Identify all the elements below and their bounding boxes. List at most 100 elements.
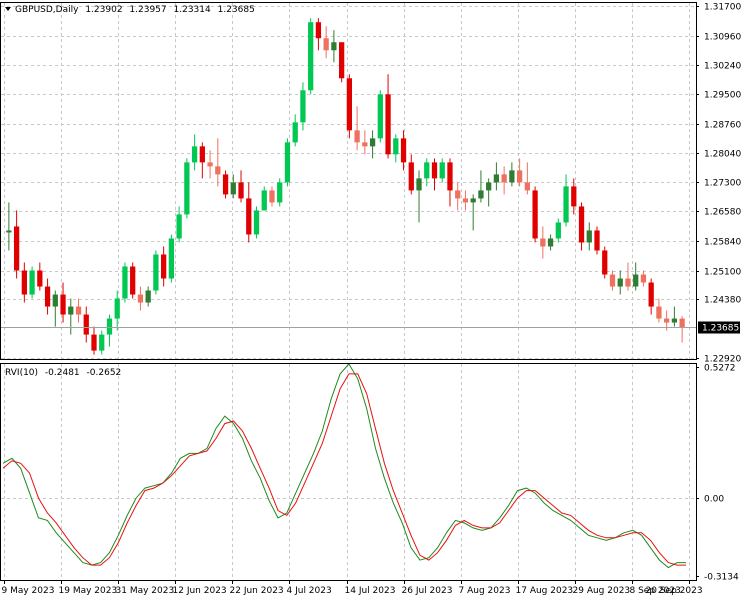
candle-body [633,274,639,287]
bear-candle [578,202,585,251]
candle-body [671,318,678,323]
candle-body [586,230,592,243]
candle-body [447,162,453,191]
bear-candle [238,170,244,203]
candle-body [199,146,205,163]
bull-candle [191,134,198,171]
bull-candle [145,286,151,307]
bear-candle [362,130,368,155]
time-tick-label: 31 May 2023 [116,586,175,596]
price-tick-label: 1.26580 [704,208,741,218]
bear-candle [207,150,213,179]
bear-candle [199,142,205,179]
time-tick-label: 9 May 2023 [2,586,55,596]
bull-candle [277,178,283,207]
candle-body [176,214,182,239]
bear-candle [609,270,616,291]
bear-candle [602,246,608,279]
candle-body [114,298,120,319]
bear-candle [640,270,647,287]
bear-candle [269,186,275,207]
bear-candle [385,74,391,159]
bull-candle [122,262,128,303]
candle-body [362,142,368,147]
candle-body [486,182,492,191]
candle-body [555,222,561,239]
chart-canvas: 1.31700 1.30960 1.30240 1.29500 1.28760 1.280… [0,2,741,596]
candle-body [246,198,252,235]
candle-body [516,170,523,183]
candle-body [385,94,391,155]
candle-body [308,22,314,91]
bear-candle [130,262,136,299]
candle-body [153,254,159,291]
candle-body [493,174,500,183]
bear-candle [447,158,453,207]
bear-candle [323,26,329,59]
candle-body [664,318,670,323]
bear-candle [215,138,221,187]
candle-body [408,162,414,191]
candle-body [369,138,376,147]
dropdown-triangle-icon[interactable] [5,7,11,11]
bear-candle [137,286,144,311]
candle-body [284,142,291,183]
bear-candle [462,190,469,211]
time-tick-label: 12 Jun 2023 [173,586,227,596]
price-tick-label: 1.30240 [704,62,741,72]
candle-body [261,190,267,211]
candle-body [393,138,399,155]
bear-candle [532,186,538,243]
candle-body [547,238,554,247]
candle-body [470,198,476,203]
candle-body [354,130,360,143]
price-tick-label: 1.28760 [704,121,741,131]
candle-body [184,162,190,215]
price-tick-label: 1.25100 [704,268,741,278]
symbol-label: GBPUSD,Daily [15,5,79,15]
candle-body [509,170,515,183]
candle-body [338,42,345,79]
candle-body [571,186,577,207]
indicator-header: RVI(10) -0.2481 -0.2652 [5,368,121,378]
candle-body [99,334,105,351]
bull-candle [29,266,35,299]
candle-body [37,270,43,287]
bear-candle [83,306,89,343]
bull-candle [184,158,190,219]
bull-candle [493,162,500,191]
candle-body [563,186,569,223]
candle-body [21,270,27,295]
bear-candle [501,166,507,195]
bull-candle [253,206,260,239]
candle-body [161,254,167,279]
candle-body [656,306,662,319]
bear-candle [431,158,438,191]
candle-body [191,146,198,163]
candle-body [609,274,616,287]
bull-candle [292,114,298,147]
candle-body [207,162,213,167]
candle-body [253,210,260,235]
time-tick-label: 4 Jul 2023 [287,586,332,596]
price-tick-label: 1.31700 [704,3,741,13]
bull-candle [369,130,376,159]
bull-candle [331,30,337,63]
candle-body [168,238,175,279]
bear-candle [524,162,530,195]
candle-body [300,90,306,123]
bull-candle [439,158,445,183]
candle-body [122,266,128,299]
rvi-main-line [2,363,686,569]
candle-body [679,318,685,327]
bear-candle [679,316,685,343]
bear-candle [21,262,27,303]
bear-candle [455,182,461,211]
candle-body [648,282,654,307]
candle-body [455,190,461,199]
time-tick-label: 20 Sep 2023 [646,586,703,596]
price-tick-label: 1.25840 [704,238,741,248]
candle-body [617,278,623,287]
rvi-pane-border [0,363,697,581]
bear-candle [354,106,360,151]
